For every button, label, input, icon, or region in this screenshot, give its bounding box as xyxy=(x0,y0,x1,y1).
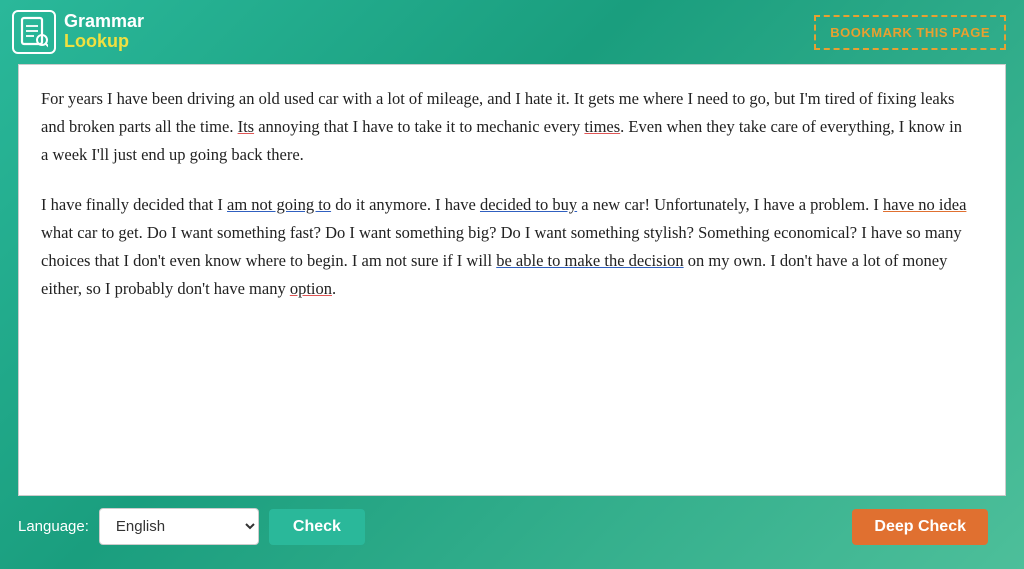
bookmark-button[interactable]: BOOKMARK THIS PAGE xyxy=(814,15,1006,50)
am-not-going-to-phrase: am not going to xyxy=(227,195,331,214)
text-editor[interactable]: For years I have been driving an old use… xyxy=(18,64,1006,496)
option-error: option xyxy=(290,279,332,298)
logo-lookup: Lookup xyxy=(64,32,144,52)
deep-check-button[interactable]: Deep Check xyxy=(852,509,988,545)
paragraph-2: I have finally decided that I am not goi… xyxy=(41,191,973,303)
logo-area: Grammar Lookup xyxy=(12,10,144,54)
logo-text: Grammar Lookup xyxy=(64,12,144,52)
logo-grammar: Grammar xyxy=(64,12,144,32)
language-select[interactable]: English Spanish French German xyxy=(99,508,259,545)
check-button[interactable]: Check xyxy=(269,509,365,545)
header: Grammar Lookup BOOKMARK THIS PAGE xyxy=(0,0,1024,64)
paragraph-1: For years I have been driving an old use… xyxy=(41,85,973,169)
be-able-phrase: be able to make the decision xyxy=(496,251,683,270)
times-error: times xyxy=(584,117,620,136)
have-no-idea-phrase: have no idea xyxy=(883,195,966,214)
logo-icon xyxy=(12,10,56,54)
text-content: For years I have been driving an old use… xyxy=(41,85,983,303)
its-error: Its xyxy=(238,117,255,136)
main-area: For years I have been driving an old use… xyxy=(0,64,1024,569)
toolbar: Language: English Spanish French German … xyxy=(18,496,1006,557)
decided-to-buy-phrase: decided to buy xyxy=(480,195,577,214)
language-label: Language: xyxy=(18,518,89,535)
